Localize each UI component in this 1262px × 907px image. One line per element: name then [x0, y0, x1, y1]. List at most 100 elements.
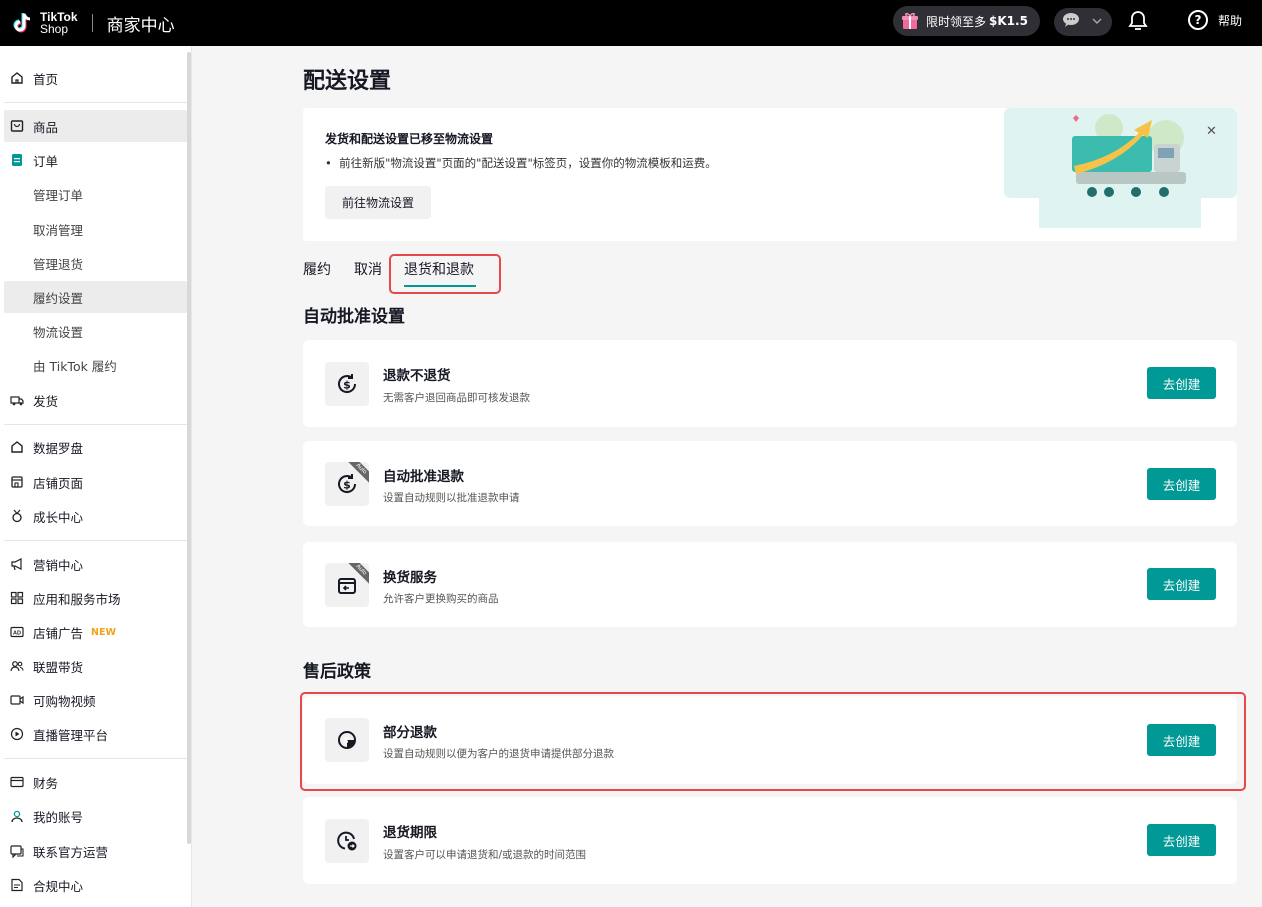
sidebar-item-label: 管理订单 [33, 187, 84, 203]
sidebar-item-affiliate[interactable]: 联盟带货 [4, 650, 187, 682]
sidebar-item-label: 订单 [33, 153, 59, 169]
divider [91, 14, 93, 32]
live-icon [10, 727, 24, 741]
card-refund-only: $ 退款不退货 无需客户退回商品即可核发退款 去创建 [303, 340, 1237, 427]
help-label: 帮助 [1218, 13, 1243, 28]
new-badge: NEW [91, 626, 116, 638]
sidebar-item-cancellations[interactable]: 取消管理 [4, 213, 187, 245]
card-return-period: 退货期限 设置客户可以申请退货和/或退款的时间范围 去创建 [303, 797, 1237, 884]
sidebar-item-label: 财务 [33, 775, 59, 791]
create-button[interactable]: 去创建 [1147, 568, 1216, 600]
svg-text:$: $ [343, 379, 351, 392]
svg-text:AD: AD [13, 631, 21, 637]
tab-cancel[interactable]: 取消 [354, 259, 382, 279]
sidebar-item-label: 物流设置 [33, 324, 84, 340]
section-title-after-sales: 售后政策 [303, 662, 371, 682]
affiliate-icon [10, 659, 24, 673]
sidebar-item-finance[interactable]: 财务 [4, 766, 187, 798]
truck-icon [10, 393, 24, 407]
banner-bullet-text: 前往新版"物流设置"页面的"配送设置"标签页，设置你的物流模板和运费。 [339, 156, 717, 170]
sidebar-item-label: 可购物视频 [33, 693, 96, 709]
sidebar-item-my-account[interactable]: 我的账号 [4, 800, 187, 832]
gift-icon [901, 12, 919, 30]
promo-amount: $K1.5 [989, 14, 1028, 28]
sidebar-item-label: 管理退货 [33, 256, 84, 272]
divider [4, 758, 187, 759]
sidebar-item-compliance[interactable]: 合规中心 [4, 869, 187, 901]
close-icon[interactable]: ✕ [1206, 124, 1217, 139]
auto-refund-icon: $ Auto [325, 462, 369, 506]
sidebar-item-label: 商品 [33, 119, 59, 135]
svg-text:$: $ [343, 479, 351, 492]
sidebar-item-fulfilled-by-tiktok[interactable]: 由 TikTok 履约 [4, 349, 187, 381]
tab-highlight-box [389, 254, 501, 294]
logo-text-shop: Shop [40, 22, 69, 36]
sidebar-item-label: 首页 [33, 71, 59, 87]
sidebar-item-products[interactable]: 商品 [4, 110, 187, 142]
card-title: 退款不退货 [383, 368, 451, 384]
card-description: 允许客户更换购买的商品 [383, 593, 499, 605]
bell-icon[interactable] [1128, 10, 1148, 32]
card-title: 换货服务 [383, 570, 437, 586]
tab-fulfillment[interactable]: 履约 [303, 259, 331, 279]
product-icon [10, 119, 24, 133]
delivery-truck-illustration [1004, 108, 1237, 241]
create-button[interactable]: 去创建 [1147, 468, 1216, 500]
sidebar-item-label: 合规中心 [33, 878, 84, 894]
sidebar-item-label: 店铺广告 [33, 625, 84, 641]
sidebar-item-logistics-settings[interactable]: 物流设置 [4, 315, 187, 347]
sidebar-item-label: 联盟带货 [33, 659, 84, 675]
sidebar-item-shipping[interactable]: 发货 [4, 384, 187, 416]
go-logistics-settings-button[interactable]: 前往物流设置 [325, 186, 431, 219]
order-icon [10, 153, 24, 167]
sidebar-item-label: 由 TikTok 履约 [33, 358, 117, 374]
compliance-icon [10, 878, 24, 892]
video-icon [10, 693, 24, 707]
sidebar: 首页 商品 订单 管理订单 取消管理 管理退货 履约设置 物流设置 由 TikT… [0, 46, 192, 907]
sidebar-item-label: 直播管理平台 [33, 727, 109, 743]
chat-button[interactable] [1054, 8, 1112, 36]
exchange-icon: Auto [325, 563, 369, 607]
sidebar-item-app-market[interactable]: 应用和服务市场 [4, 582, 187, 614]
card-description: 设置客户可以申请退货和/或退款的时间范围 [383, 849, 587, 861]
card-title: 自动批准退款 [383, 469, 464, 485]
sidebar-item-label: 我的账号 [33, 809, 84, 825]
sidebar-item-manage-orders[interactable]: 管理订单 [4, 178, 187, 210]
help-button[interactable]: ? 帮助 [1188, 10, 1242, 30]
sidebar-item-data-compass[interactable]: 数据罗盘 [4, 431, 187, 463]
sidebar-item-label: 数据罗盘 [33, 440, 84, 456]
notice-banner: 发货和配送设置已移至物流设置 • 前往新版"物流设置"页面的"配送设置"标签页，… [303, 108, 1237, 241]
contact-icon [10, 844, 24, 858]
account-icon [10, 809, 24, 823]
sidebar-item-store-page[interactable]: 店铺页面 [4, 466, 187, 498]
sidebar-item-store-ads[interactable]: AD 店铺广告 NEW [4, 616, 187, 648]
sidebar-item-home[interactable]: 首页 [4, 62, 187, 94]
promo-badge[interactable]: 限时领至多 $K1.5 [893, 6, 1040, 36]
sidebar-item-shoppable-video[interactable]: 可购物视频 [4, 684, 187, 716]
sidebar-item-label: 发货 [33, 393, 59, 409]
return-period-icon [325, 819, 369, 863]
create-button[interactable]: 去创建 [1147, 824, 1216, 856]
sidebar-item-fulfillment-settings[interactable]: 履约设置 [4, 281, 187, 313]
sidebar-item-orders[interactable]: 订单 [4, 144, 187, 176]
divider [4, 540, 187, 541]
card-description: 无需客户退回商品即可核发退款 [383, 392, 530, 404]
chat-icon [1062, 12, 1080, 32]
sidebar-item-marketing[interactable]: 营销中心 [4, 548, 187, 580]
tiktok-shop-logo[interactable]: TikTok Shop [10, 10, 78, 36]
sidebar-item-label: 取消管理 [33, 222, 84, 238]
divider [4, 102, 187, 103]
sidebar-item-label: 联系官方运营 [33, 844, 109, 860]
sidebar-item-live-platform[interactable]: 直播管理平台 [4, 718, 187, 750]
ad-icon: AD [10, 625, 24, 639]
sidebar-item-contact-ops[interactable]: 联系官方运营 [4, 835, 187, 867]
sidebar-item-growth-center[interactable]: 成长中心 [4, 500, 187, 532]
banner-bullet: • 前往新版"物流设置"页面的"配送设置"标签页，设置你的物流模板和运费。 [325, 156, 717, 170]
create-button[interactable]: 去创建 [1147, 367, 1216, 399]
sidebar-scrollbar[interactable] [187, 52, 191, 844]
sidebar-item-returns[interactable]: 管理退货 [4, 247, 187, 279]
card-auto-approve-refund: $ Auto 自动批准退款 设置自动规则以批准退款申请 去创建 [303, 441, 1237, 526]
sidebar-item-label: 成长中心 [33, 509, 84, 525]
compass-icon [10, 440, 24, 454]
divider [4, 424, 187, 425]
